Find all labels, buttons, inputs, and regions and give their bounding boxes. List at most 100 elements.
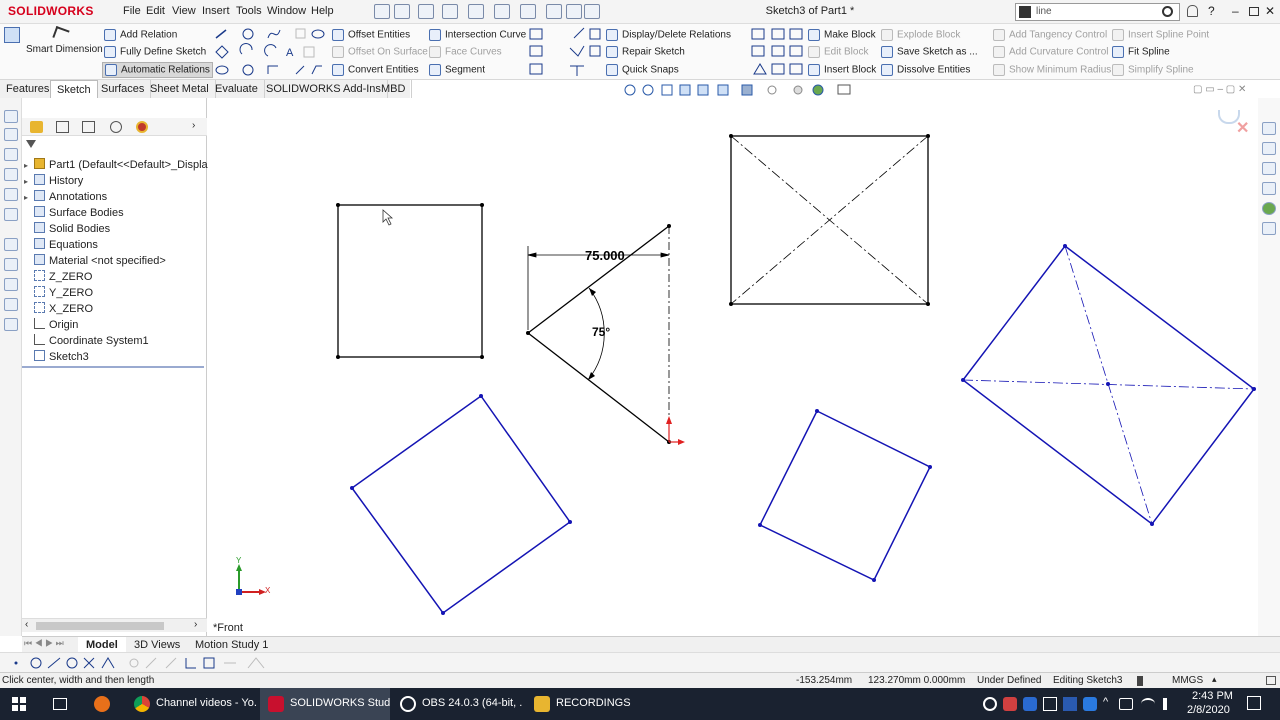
smart-dimension-button[interactable]: Smart Dimension — [26, 44, 103, 55]
make-block-button[interactable]: Make Block — [808, 29, 876, 41]
tray-dropbox-icon[interactable] — [1083, 697, 1097, 711]
tab-evaluate[interactable]: Evaluate — [209, 80, 265, 98]
file-properties-icon[interactable] — [566, 4, 582, 19]
dissolve-entities-button[interactable]: Dissolve Entities — [881, 64, 970, 76]
rebuild-indicator-icon[interactable] — [1137, 676, 1143, 686]
solidworks-resources-icon[interactable] — [1262, 122, 1276, 135]
search-icon[interactable] — [1162, 6, 1173, 17]
close-icon[interactable]: ✕ — [1265, 4, 1275, 18]
clock-time[interactable]: 2:43 PM — [1192, 690, 1233, 702]
save-icon[interactable] — [442, 4, 458, 19]
tree-root-part[interactable]: ▸ Part1 (Default<<Default>_Displa — [24, 158, 208, 174]
scroll-thumb[interactable] — [36, 622, 164, 630]
dimension-length-label[interactable]: 75.000 — [585, 248, 625, 263]
mass-properties-icon[interactable] — [4, 298, 18, 311]
menu-window[interactable]: Window — [267, 5, 306, 17]
tray-record-icon[interactable] — [1003, 697, 1017, 711]
filter-icon[interactable] — [26, 140, 36, 150]
undo-icon[interactable] — [494, 4, 510, 19]
exit-sketch-icon[interactable] — [4, 27, 20, 43]
search-input[interactable]: line — [1036, 6, 1052, 17]
dimension-angle-label[interactable]: 75° — [592, 325, 610, 339]
custom-properties-icon[interactable] — [1262, 222, 1276, 235]
tab-mbd[interactable]: MBD — [375, 80, 413, 98]
loft-icon[interactable] — [4, 208, 18, 221]
menu-tools[interactable]: Tools — [236, 5, 262, 17]
sketch-relation-icon[interactable] — [4, 258, 18, 271]
units-dropdown-icon[interactable]: ▴ — [1212, 674, 1217, 685]
tree-item-annotations[interactable]: ▸ Annotations — [24, 190, 107, 206]
tray-expand-icon[interactable]: ^ — [1103, 696, 1108, 708]
quick-snaps-button[interactable]: Quick Snaps — [606, 64, 679, 76]
feature-tool-icon[interactable] — [4, 128, 18, 141]
heads-up-view-toolbar[interactable] — [622, 82, 862, 98]
reference-geometry-icon[interactable] — [4, 238, 18, 251]
file-explorer-icon[interactable] — [1262, 162, 1276, 175]
sweep-icon[interactable] — [4, 188, 18, 201]
search-commands-box[interactable]: line — [1015, 3, 1180, 21]
taskbar-item-chrome[interactable]: Channel videos - Yo... — [126, 688, 256, 720]
select-pointer-icon[interactable] — [520, 4, 536, 19]
menu-help[interactable]: Help — [311, 5, 334, 17]
taskbar-item-solidworks[interactable]: SOLIDWORKS Stud... — [260, 688, 390, 720]
unit-system-selector[interactable]: MMGS — [1172, 675, 1203, 686]
help-icon[interactable]: ? — [1208, 4, 1215, 18]
tree-item-origin[interactable]: Origin — [24, 318, 78, 334]
menu-view[interactable]: View — [172, 5, 196, 17]
solidworks-logo[interactable]: SOLIDWORKS — [8, 4, 94, 18]
display-manager-tab-icon[interactable] — [136, 121, 148, 133]
tree-item-history[interactable]: ▸ History — [24, 174, 83, 190]
user-account-icon[interactable] — [1187, 5, 1198, 17]
save-sketch-as-button[interactable]: Save Sketch as ... — [881, 46, 978, 58]
configuration-manager-icon[interactable] — [82, 121, 95, 133]
display-delete-relations-button[interactable]: Display/Delete Relations — [606, 29, 731, 41]
block-side-tools[interactable] — [750, 26, 804, 78]
new-document-icon[interactable] — [394, 4, 410, 19]
menu-insert[interactable]: Insert — [202, 5, 230, 17]
tab-navigation-arrows[interactable]: ⏮ ◀ ▶ ⏭ — [24, 638, 64, 649]
windows-start-icon[interactable] — [12, 697, 26, 711]
dimxpert-manager-icon[interactable] — [110, 121, 122, 133]
tray-app-icon[interactable] — [983, 697, 997, 711]
tree-item-z-zero[interactable]: Z_ZERO — [24, 270, 92, 286]
battery-icon[interactable] — [1119, 698, 1133, 710]
scroll-left-icon[interactable]: ‹ — [25, 619, 28, 630]
tray-mail-icon[interactable] — [1023, 697, 1037, 711]
options-gear-icon[interactable] — [584, 4, 600, 19]
tab-sketch[interactable]: Sketch — [50, 80, 98, 98]
tab-surfaces[interactable]: Surfaces — [95, 80, 152, 98]
volume-icon[interactable] — [1163, 698, 1173, 710]
simplify-spline-button[interactable]: Simplify Spline — [1112, 64, 1194, 76]
tray-network-icon[interactable] — [1043, 697, 1057, 711]
tree-item-x-zero[interactable]: X_ZERO — [24, 302, 93, 318]
tab-sheet-metal[interactable]: Sheet Metal — [144, 80, 216, 98]
offset-entities-button[interactable]: Offset Entities — [332, 29, 410, 41]
revolve-icon[interactable] — [4, 168, 18, 181]
design-library-icon[interactable] — [1262, 142, 1276, 155]
notifications-icon[interactable] — [1247, 696, 1261, 710]
graphics-area[interactable]: 75.000 75° Y X *Front ✕ — [208, 98, 1258, 636]
show-minimum-radius-button[interactable]: Show Minimum Radius — [993, 64, 1111, 76]
automatic-relations-toggle[interactable]: Automatic Relations — [102, 62, 213, 78]
face-curves-button[interactable]: Face Curves — [429, 46, 502, 58]
print-icon[interactable] — [468, 4, 484, 19]
edit-block-button[interactable]: Edit Block — [808, 46, 868, 58]
rollback-bar[interactable] — [22, 366, 204, 368]
tree-item-y-zero[interactable]: Y_ZERO — [24, 286, 93, 302]
segment-button[interactable]: Segment — [429, 64, 485, 76]
customize-status-bar-icon[interactable] — [1266, 676, 1276, 685]
taskbar-item-obs[interactable]: OBS 24.0.3 (64-bit, ... — [392, 688, 522, 720]
convert-entities-button[interactable]: Convert Entities — [332, 64, 419, 76]
clock-date[interactable]: 2/8/2020 — [1187, 704, 1230, 716]
tree-expand-chevron-icon[interactable]: › — [192, 120, 195, 131]
home-icon[interactable] — [374, 4, 390, 19]
tab-model[interactable]: Model — [78, 637, 126, 653]
repair-sketch-button[interactable]: Repair Sketch — [606, 46, 685, 58]
tab-solidworks-addins[interactable]: SOLIDWORKS Add-Ins — [260, 80, 388, 98]
tree-item-material[interactable]: Material <not specified> — [24, 254, 166, 270]
firefox-icon[interactable] — [94, 696, 110, 712]
fit-spline-button[interactable]: Fit Spline — [1112, 46, 1170, 58]
viewport-window-controls[interactable]: ▢ ▭ – ▢ ✕ — [1193, 84, 1246, 95]
display-manager-icon[interactable] — [4, 278, 18, 291]
sketch-canvas[interactable]: 75.000 75° Y X — [208, 98, 1258, 636]
